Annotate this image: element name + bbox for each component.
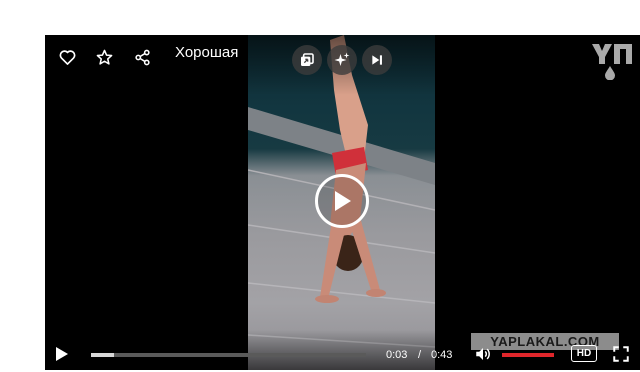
progress-bar[interactable] <box>91 353 366 357</box>
video-player[interactable]: Хорошая YAPLAKAL.COM 0:03 / 0:43 HD <box>45 35 640 370</box>
yaplakal-logo[interactable] <box>590 42 634 81</box>
duration: 0:43 <box>431 349 453 361</box>
share-icon[interactable] <box>128 43 156 71</box>
quality-button[interactable]: HD <box>571 345 597 362</box>
fullscreen-icon[interactable] <box>612 345 630 363</box>
star-icon[interactable] <box>90 43 118 71</box>
volume-fill <box>502 353 554 357</box>
volume-slider[interactable] <box>502 353 554 357</box>
play-button[interactable] <box>315 174 369 228</box>
sparkles-icon[interactable] <box>327 45 357 75</box>
picture-in-picture-icon[interactable] <box>292 45 322 75</box>
skip-next-icon[interactable] <box>362 45 392 75</box>
play-icon[interactable] <box>55 346 71 364</box>
current-time: 0:03 <box>386 349 408 361</box>
time-separator: / <box>418 349 422 361</box>
heart-icon[interactable] <box>53 43 81 71</box>
video-title: Хорошая <box>175 44 239 61</box>
volume-icon[interactable] <box>474 345 492 363</box>
progress-fill <box>91 353 115 357</box>
